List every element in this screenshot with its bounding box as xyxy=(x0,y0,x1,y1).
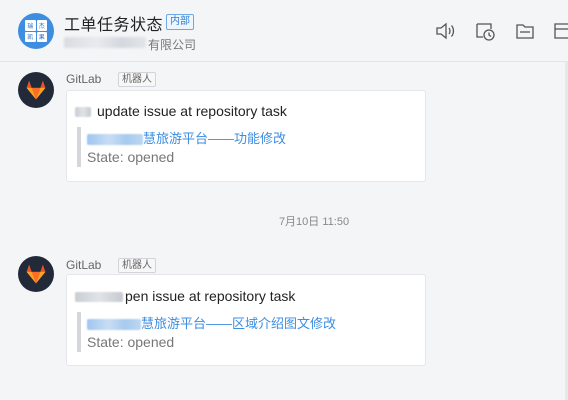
chat-title: 工单任务状态 xyxy=(64,17,164,34)
message-action-line: update issue at repository task xyxy=(75,103,287,119)
message-timestamp: 7月10日 11:50 xyxy=(278,216,350,228)
redacted-user xyxy=(75,292,123,303)
company-name: 有限公司 xyxy=(148,38,197,52)
sender-name: GitLab xyxy=(66,258,102,272)
issue-link-text: 慧旅游平台——功能修改 xyxy=(143,131,287,146)
message-action: update issue at repository task xyxy=(97,103,287,119)
gitlab-logo-icon xyxy=(26,80,46,100)
quote-bar xyxy=(77,127,81,167)
folder-icon[interactable] xyxy=(514,20,536,42)
avatar-char: 果 xyxy=(36,31,47,42)
gitlab-avatar[interactable] xyxy=(18,72,54,108)
issue-link-text: 慧旅游平台——区域介绍图文修改 xyxy=(141,316,337,331)
sender-name: GitLab xyxy=(66,72,102,86)
group-avatar[interactable]: 瑞 杰 凯 果 xyxy=(18,13,54,49)
more-icon[interactable] xyxy=(552,20,568,42)
chat-header: 瑞 杰 凯 果 工单任务状态 内部 有限公司 xyxy=(0,0,568,62)
internal-badge: 内部 xyxy=(166,14,194,30)
robot-tag: 机器人 xyxy=(118,72,156,87)
speaker-icon[interactable] xyxy=(434,20,456,42)
chat-message: GitLab 机器人 update issue at repository ta… xyxy=(0,62,568,187)
robot-tag: 机器人 xyxy=(118,258,156,273)
gitlab-logo-icon xyxy=(26,264,46,284)
history-icon[interactable] xyxy=(474,20,496,42)
issue-link[interactable]: 慧旅游平台——区域介绍图文修改 xyxy=(87,313,336,332)
issue-state: State: opened xyxy=(87,149,175,165)
chat-message: GitLab 机器人 pen issue at repository task … xyxy=(0,248,568,373)
message-card: pen issue at repository task 慧旅游平台——区域介绍… xyxy=(66,274,426,366)
company-name-redacted xyxy=(64,37,146,48)
avatar-char: 凯 xyxy=(25,31,36,42)
quote-bar xyxy=(77,312,81,352)
message-action: pen issue at repository task xyxy=(125,288,296,304)
gitlab-avatar[interactable] xyxy=(18,256,54,292)
avatar-char: 杰 xyxy=(36,20,47,31)
message-card: update issue at repository task 慧旅游平台——功… xyxy=(66,90,426,182)
message-action-line: pen issue at repository task xyxy=(75,288,295,304)
issue-state: State: opened xyxy=(87,334,175,350)
redacted-user xyxy=(75,107,91,118)
redacted-link xyxy=(87,134,143,146)
redacted-link xyxy=(87,319,141,331)
avatar-char: 瑞 xyxy=(25,20,36,31)
issue-link[interactable]: 慧旅游平台——功能修改 xyxy=(87,128,286,147)
